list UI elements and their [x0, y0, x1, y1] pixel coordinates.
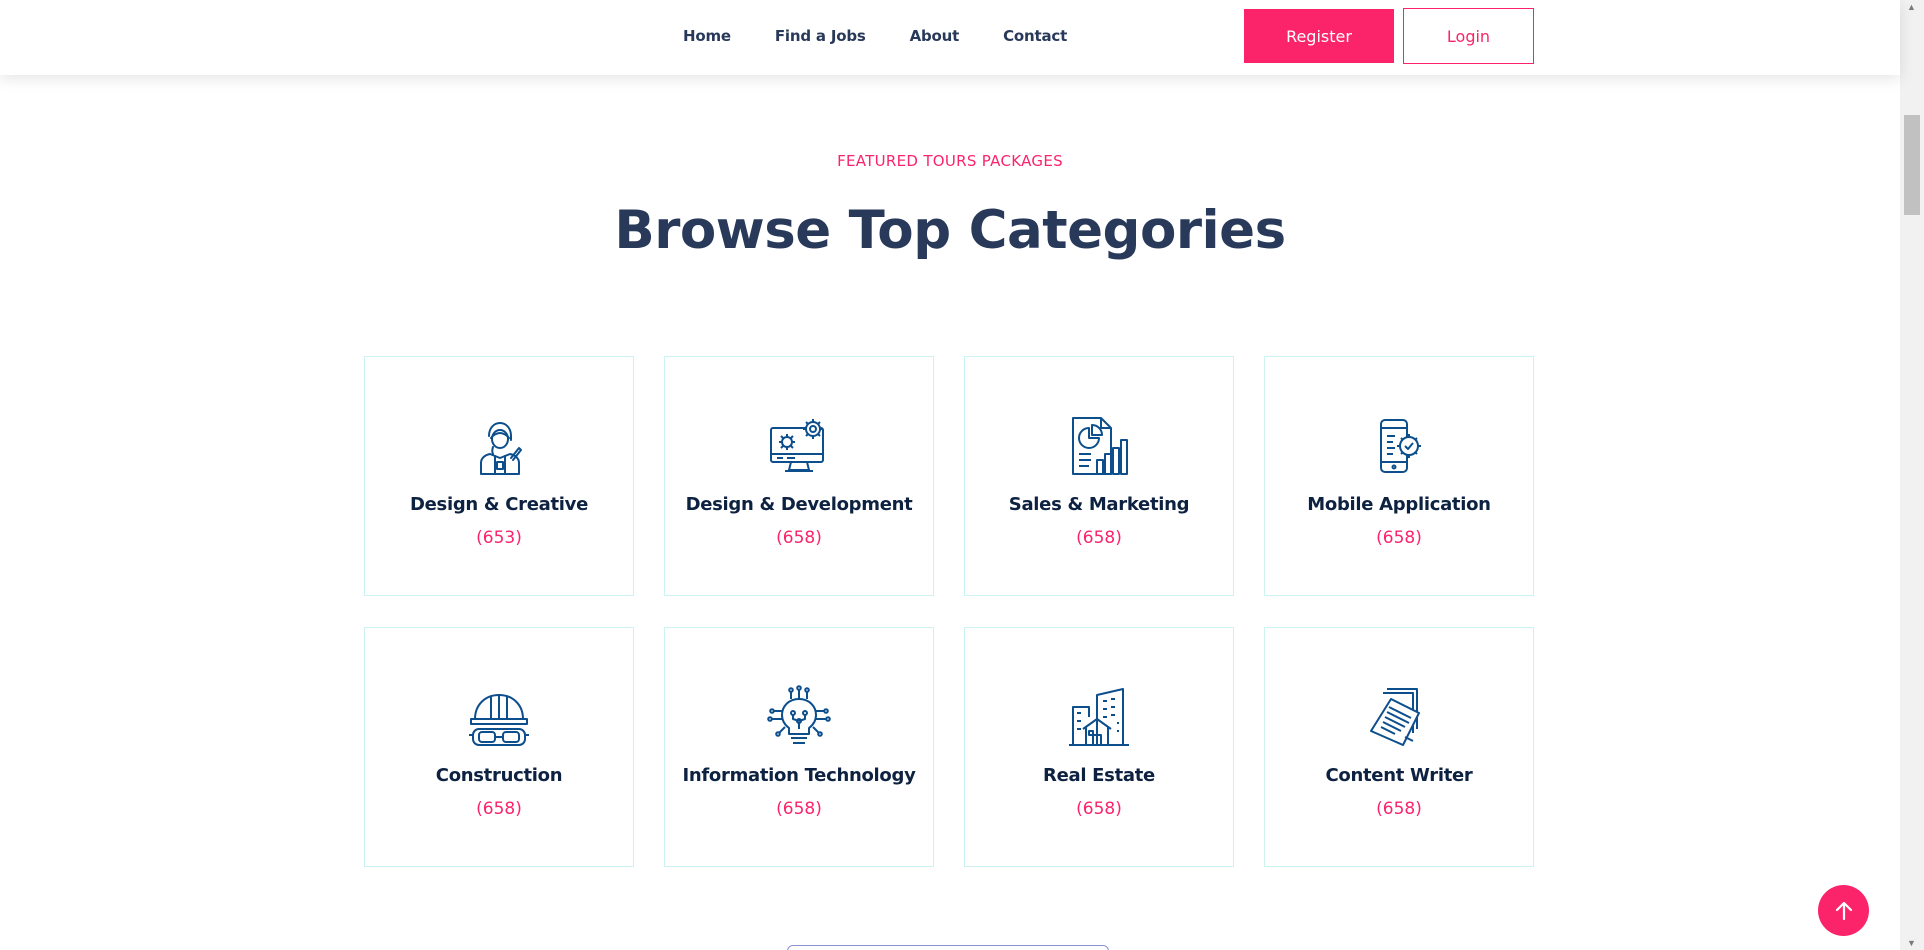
category-card-mobile-application[interactable]: Mobile Application (658): [1264, 356, 1534, 596]
category-count: (658): [1076, 799, 1122, 819]
category-card-real-estate[interactable]: Real Estate (658): [964, 627, 1234, 867]
category-card-information-technology[interactable]: Information Technology (658): [664, 627, 934, 867]
report-chart-icon: [1067, 414, 1131, 478]
category-card-design-creative[interactable]: Design & Creative (653): [364, 356, 634, 596]
categories-grid: Design & Creative (653) Design & Develop…: [364, 356, 1535, 867]
category-count: (658): [476, 799, 522, 819]
buildings-icon: [1067, 685, 1131, 749]
main-nav: Home Find a Jobs About Contact: [683, 27, 1067, 45]
arrow-up-icon: [1835, 901, 1852, 920]
browse-all-button[interactable]: [787, 945, 1109, 950]
nav-contact-link[interactable]: Contact: [1003, 27, 1067, 45]
category-name: Real Estate: [1043, 765, 1155, 786]
login-button[interactable]: Login: [1403, 8, 1534, 64]
category-count: (653): [476, 528, 522, 548]
nav-find-jobs-link[interactable]: Find a Jobs: [775, 27, 866, 45]
section-eyebrow: FEATURED TOURS PACKAGES: [837, 152, 1063, 170]
category-name: Information Technology: [682, 765, 916, 786]
category-card-design-development[interactable]: Design & Development (658): [664, 356, 934, 596]
designer-person-icon: [467, 414, 531, 478]
category-count: (658): [776, 528, 822, 548]
nav-about-link[interactable]: About: [910, 27, 960, 45]
category-count: (658): [1376, 528, 1422, 548]
scroll-up-arrow-icon[interactable]: ▲: [1907, 2, 1916, 12]
category-name: Sales & Marketing: [1008, 494, 1190, 515]
category-count: (658): [1076, 528, 1122, 548]
page-scrollbar[interactable]: ▲ ▼: [1900, 0, 1924, 950]
category-name: Mobile Application: [1307, 494, 1491, 515]
circuit-bulb-icon: [767, 685, 831, 749]
documents-icon: [1367, 685, 1431, 749]
category-card-content-writer[interactable]: Content Writer (658): [1264, 627, 1534, 867]
category-name: Construction: [435, 765, 563, 786]
monitor-gears-icon: [767, 414, 831, 478]
site-header: Home Find a Jobs About Contact Register …: [0, 0, 1900, 75]
scroll-down-arrow-icon[interactable]: ▼: [1907, 938, 1916, 948]
nav-home-link[interactable]: Home: [683, 27, 731, 45]
category-card-sales-marketing[interactable]: Sales & Marketing (658): [964, 356, 1234, 596]
back-to-top-button[interactable]: [1818, 885, 1869, 936]
category-name: Design & Creative: [409, 494, 589, 515]
category-count: (658): [1376, 799, 1422, 819]
scroll-thumb[interactable]: [1904, 115, 1920, 215]
category-count: (658): [776, 799, 822, 819]
section-title: Browse Top Categories: [614, 200, 1286, 261]
category-name: Design & Development: [685, 494, 913, 515]
phone-gear-icon: [1367, 414, 1431, 478]
category-name: Content Writer: [1325, 765, 1473, 786]
hardhat-goggles-icon: [467, 685, 531, 749]
category-card-construction[interactable]: Construction (658): [364, 627, 634, 867]
register-button[interactable]: Register: [1244, 9, 1394, 63]
